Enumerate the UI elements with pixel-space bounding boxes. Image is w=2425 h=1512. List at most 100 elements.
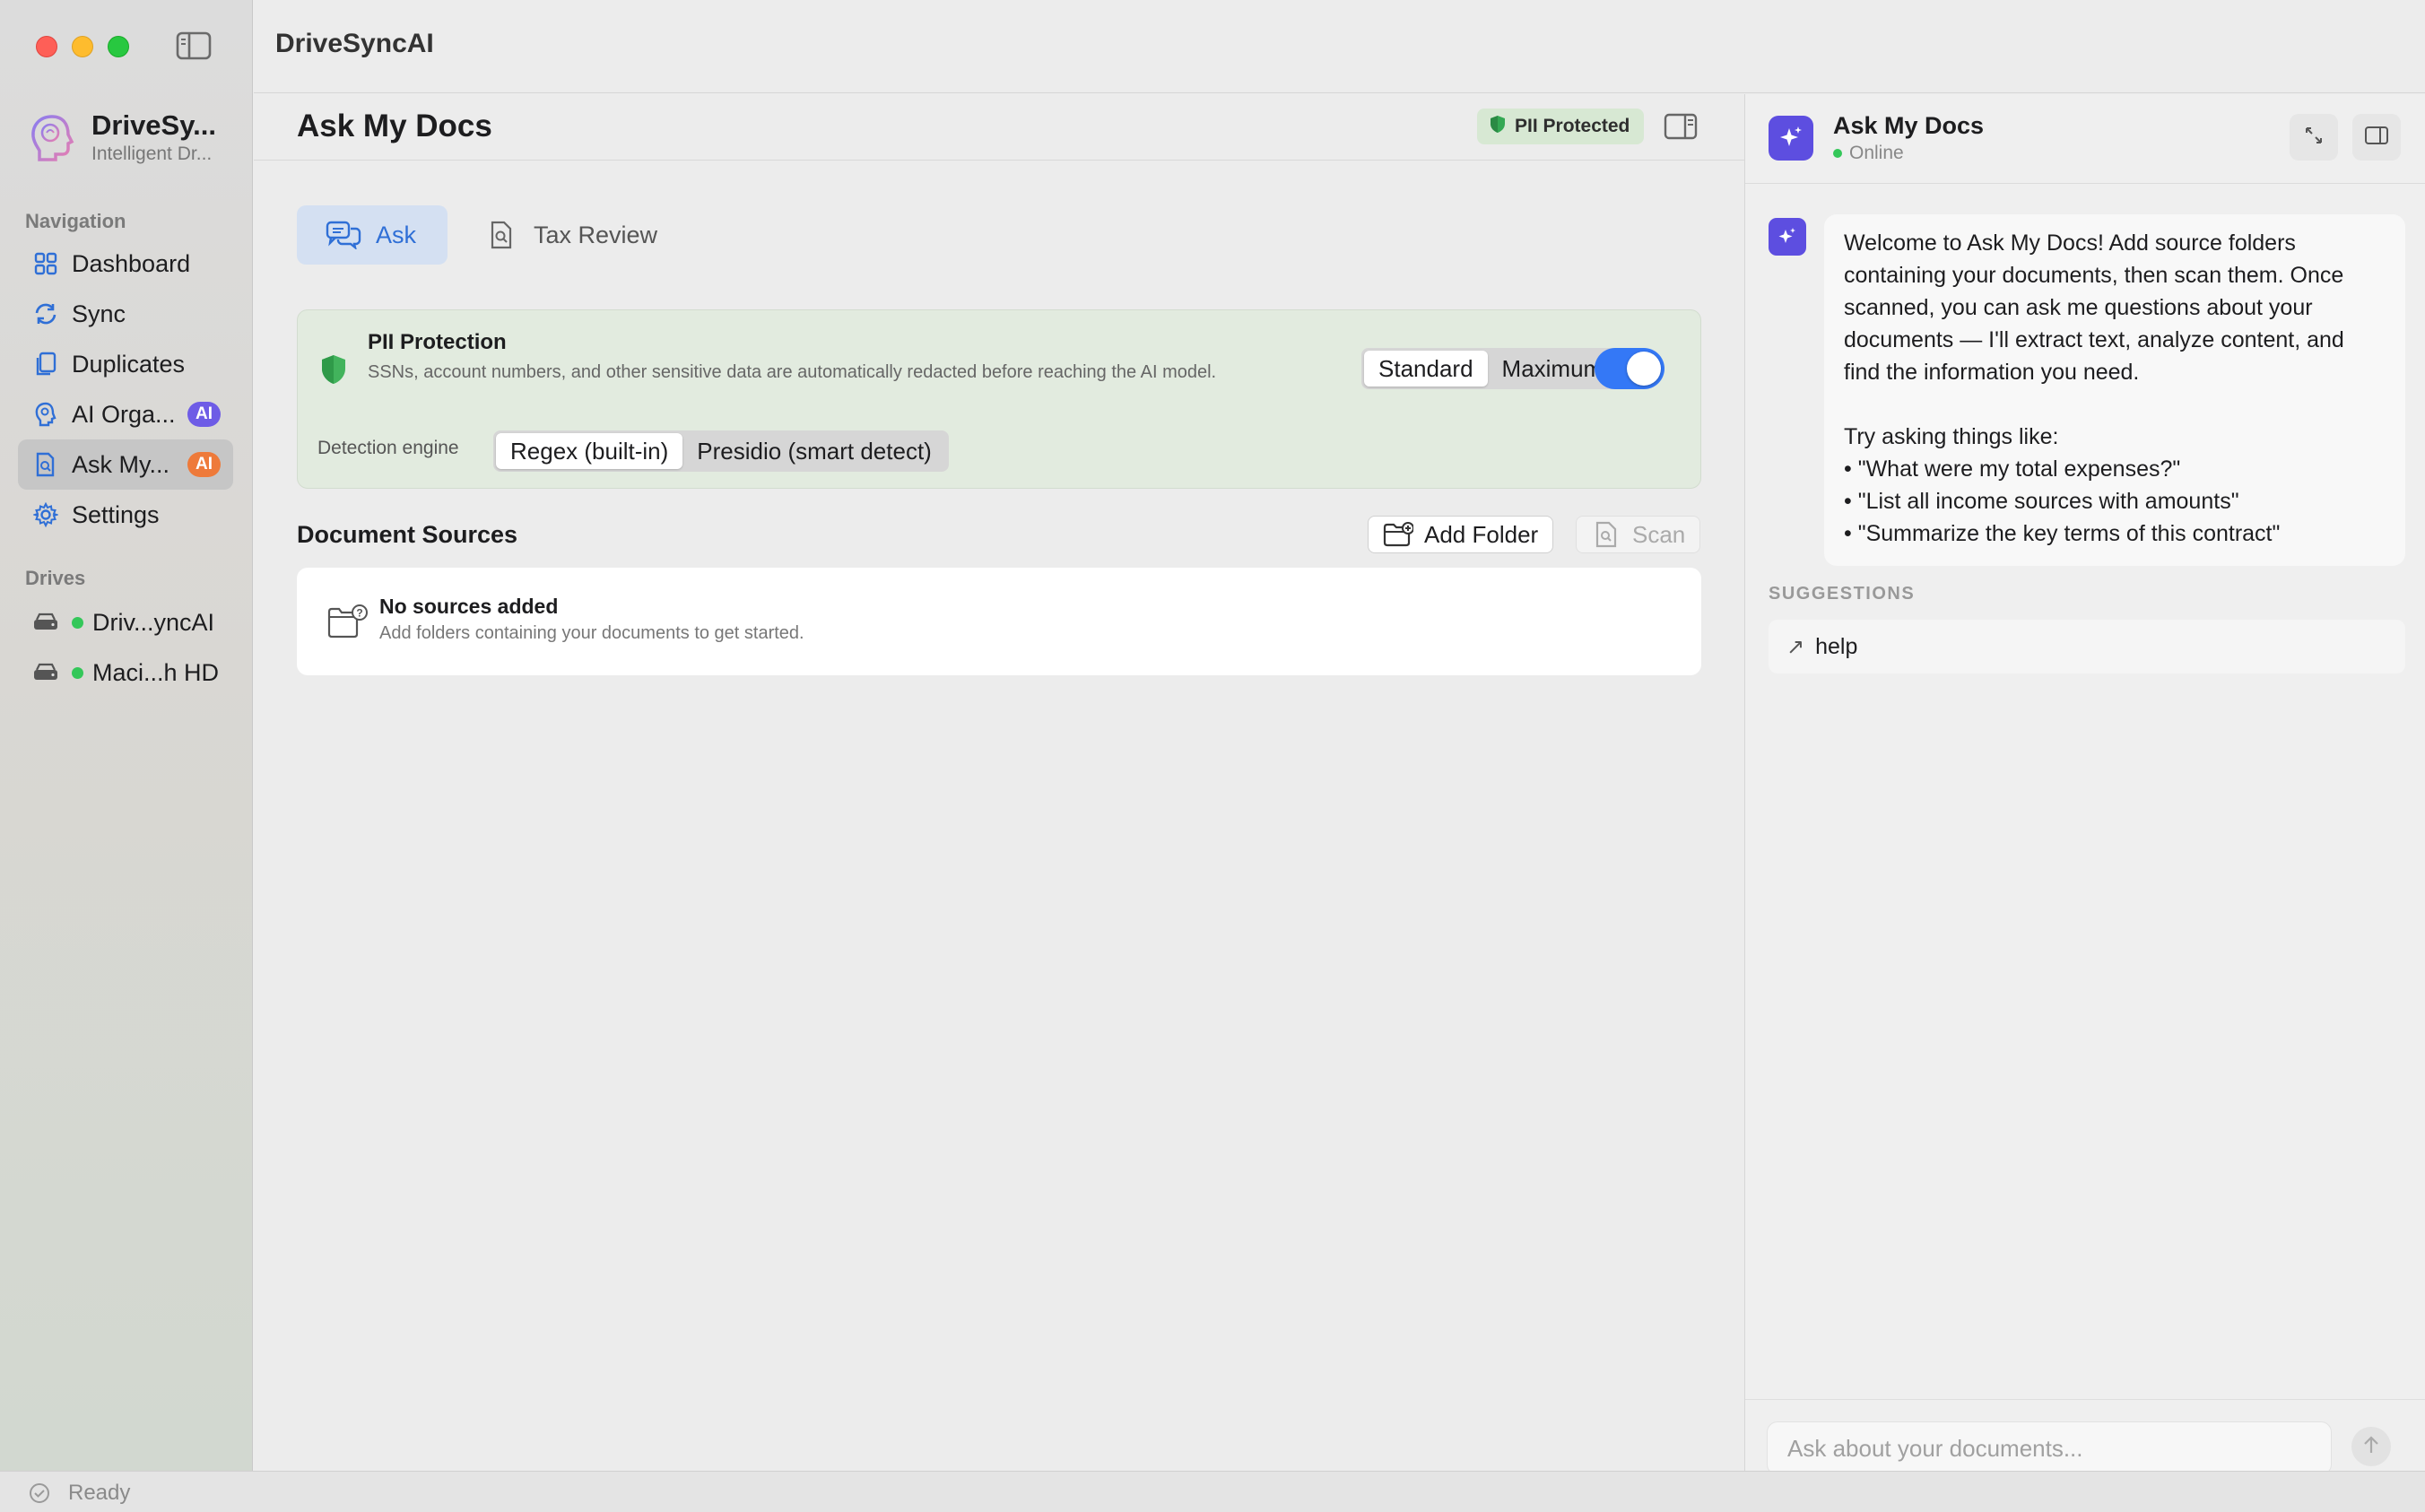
tab-ask[interactable]: Ask <box>297 205 448 265</box>
main-content: Ask My Docs PII Protected Ask Tax Review <box>254 94 1744 1471</box>
drive-status-dot <box>72 666 83 679</box>
mode-standard-option[interactable]: Standard <box>1364 351 1488 387</box>
sidebar-item-sync[interactable]: Sync <box>18 289 233 339</box>
empty-sources-subtitle: Add folders containing your documents to… <box>379 623 804 643</box>
scan-label: Scan <box>1632 520 1686 548</box>
document-sources-heading: Document Sources <box>297 521 518 548</box>
sidebar-item-duplicates[interactable]: Duplicates <box>18 339 233 389</box>
pii-protected-badge: PII Protected <box>1477 109 1645 144</box>
brand-name: DriveSy... <box>91 109 217 141</box>
assistant-welcome-message: Welcome to Ask My Docs! Add source folde… <box>1824 214 2405 566</box>
empty-sources-title: No sources added <box>379 595 559 618</box>
drive-icon <box>32 659 59 686</box>
detection-engine-label: Detection engine <box>317 438 459 458</box>
pii-badge-label: PII Protected <box>1515 116 1630 136</box>
sidebar-item-ask-my-docs[interactable]: Ask My... AI <box>18 439 233 490</box>
sidebar-item-ai-organizer[interactable]: AI Orga... AI <box>18 389 233 439</box>
detection-engine-segmented-control: Regex (built-in) Presidio (smart detect) <box>493 430 949 472</box>
ai-badge: AI <box>187 452 221 477</box>
sidebar: DriveSy... Intelligent Dr... Navigation … <box>0 0 253 1471</box>
panel-toggle-icon[interactable] <box>1664 112 1698 141</box>
chat-sidebar-toggle-button[interactable] <box>2352 114 2401 161</box>
duplicates-icon <box>32 351 59 378</box>
expand-arrows-icon <box>2303 125 2325 151</box>
gear-icon <box>32 501 59 528</box>
online-status-dot <box>1833 149 1842 158</box>
doc-scan-icon <box>1591 521 1621 548</box>
chat-status-label: Online <box>1849 143 1904 163</box>
drives-section-label: Drives <box>25 567 86 589</box>
minimize-window-button[interactable] <box>72 36 93 57</box>
svg-text:?: ? <box>356 607 362 620</box>
pii-mode-segmented-control: Standard Maximum <box>1361 348 1621 389</box>
chat-panel: Ask My Docs Online Welcome to Ask My Doc… <box>1744 94 2425 1475</box>
arrow-up-icon <box>2362 1435 2380 1459</box>
tab-label: Ask <box>376 221 417 248</box>
toggle-knob <box>1627 352 1661 386</box>
zoom-window-button[interactable] <box>108 36 129 57</box>
window-title: DriveSyncAI <box>275 29 434 58</box>
chat-assistant-name: Ask My Docs <box>1833 112 1985 139</box>
suggestions-label: SUGGESTIONS <box>1769 584 1916 604</box>
arrow-up-right-icon: ↗ <box>1786 634 1805 659</box>
status-bar: Ready <box>0 1471 2425 1512</box>
sidebar-item-label: Sync <box>72 300 126 327</box>
engine-regex-option[interactable]: Regex (built-in) <box>496 433 683 469</box>
pii-enabled-toggle[interactable] <box>1595 348 1664 389</box>
empty-sources-card: ? No sources added Add folders containin… <box>297 568 1701 675</box>
title-bar: DriveSyncAI <box>254 0 2425 93</box>
sidebar-item-dashboard[interactable]: Dashboard <box>18 239 233 289</box>
status-text: Ready <box>68 1481 131 1505</box>
send-button[interactable] <box>2351 1427 2391 1466</box>
tab-label: Tax Review <box>534 221 658 248</box>
sidebar-item-label: Ask My... <box>72 450 170 478</box>
chat-bubbles-icon <box>326 219 361 251</box>
ai-head-icon <box>32 401 59 428</box>
sidebar-item-label: Duplicates <box>72 350 186 378</box>
grid-icon <box>32 250 59 277</box>
engine-presidio-option[interactable]: Presidio (smart detect) <box>682 433 946 469</box>
pii-title: PII Protection <box>368 330 507 354</box>
drive-icon <box>32 609 59 636</box>
pii-description: SSNs, account numbers, and other sensiti… <box>368 362 1217 382</box>
shield-icon <box>319 353 348 386</box>
shield-icon <box>1490 115 1506 138</box>
doc-search-icon <box>32 451 59 478</box>
sidebar-item-label: Dashboard <box>72 249 191 277</box>
suggestion-text: help <box>1815 633 1858 659</box>
assistant-avatar-icon <box>1769 218 1806 256</box>
app-brand: DriveSy... Intelligent Dr... <box>29 108 244 170</box>
brand-subtitle: Intelligent Dr... <box>91 143 213 164</box>
chat-status: Online <box>1833 143 1904 164</box>
drive-label: Maci...h HD <box>92 658 220 686</box>
brain-logo-icon <box>29 113 75 163</box>
expand-chat-button[interactable] <box>2290 114 2338 161</box>
chat-input[interactable] <box>1767 1421 2332 1475</box>
sidebar-item-label: Settings <box>72 500 160 528</box>
sidebar-item-settings[interactable]: Settings <box>18 490 233 540</box>
chat-header: Ask My Docs Online <box>1745 94 2425 184</box>
sync-icon <box>32 300 59 327</box>
tab-tax-review[interactable]: Tax Review <box>469 205 666 265</box>
navigation-section-label: Navigation <box>25 210 126 232</box>
scan-button[interactable]: Scan <box>1576 516 1701 553</box>
sidebar-item-label: AI Orga... <box>72 400 176 428</box>
doc-search-icon <box>483 219 519 251</box>
checkmark-circle-icon <box>29 1482 50 1504</box>
add-folder-label: Add Folder <box>1424 520 1539 548</box>
page-title: Ask My Docs <box>297 109 492 143</box>
add-folder-button[interactable]: Add Folder <box>1368 516 1554 553</box>
chat-input-area <box>1745 1399 2425 1475</box>
folder-add-icon <box>1383 521 1413 548</box>
ai-badge: AI <box>187 402 221 427</box>
sidebar-drive-drivesyncai[interactable]: Driv...yncAI <box>18 597 233 647</box>
pii-protection-card: PII Protection SSNs, account numbers, an… <box>297 309 1701 489</box>
sidebar-drive-macintosh-hd[interactable]: Maci...h HD <box>18 647 233 698</box>
sparkle-avatar-icon <box>1769 116 1813 161</box>
suggestion-chip-help[interactable]: ↗ help <box>1769 620 2405 673</box>
sidebar-toggle-icon[interactable] <box>176 30 212 61</box>
main-header: Ask My Docs PII Protected <box>254 94 1744 161</box>
close-window-button[interactable] <box>36 36 57 57</box>
drive-label: Driv...yncAI <box>92 608 215 636</box>
drive-status-dot <box>72 616 83 629</box>
